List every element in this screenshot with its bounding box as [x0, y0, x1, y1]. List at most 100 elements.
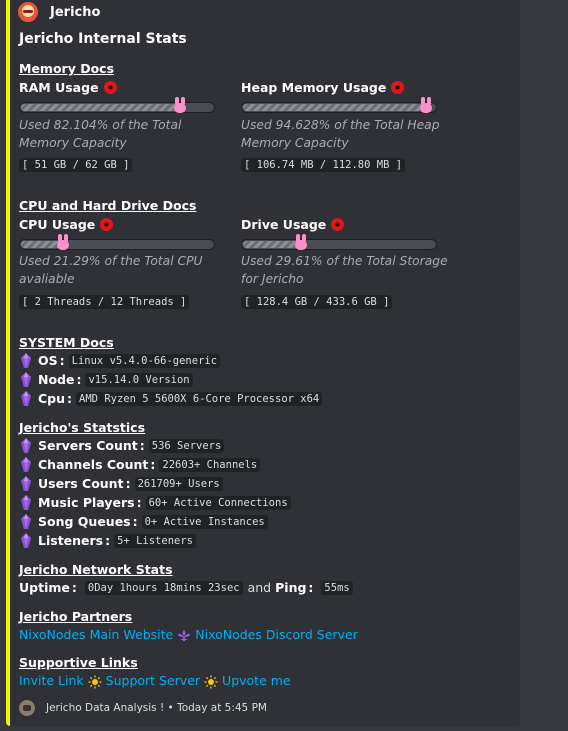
sun-icon [204, 674, 218, 688]
stat-item-row: Channels Count:22603+ Channels [19, 457, 261, 472]
bunny-marker-icon [294, 234, 308, 250]
bunny-marker-icon [173, 97, 187, 113]
stat-item-value: 5+ Listeners [114, 533, 196, 548]
partners-section-title: Jericho Partners [19, 609, 133, 624]
ram-usage-text: RAM Usage [19, 80, 99, 95]
heap-usage-code: [ 106.74 MB / 112.80 MB ] [241, 158, 406, 172]
system-item-value: AMD Ryzen 5 5600X 6-Core Processor x64 [76, 391, 323, 406]
uptime-colon: : [71, 580, 77, 595]
system-section-title: SYSTEM Docs [19, 335, 114, 350]
bunny-marker-icon [419, 97, 433, 113]
network-row: Uptime : 0Day 1hours 18mins 23sec and Pi… [19, 580, 353, 595]
stat-item-colon: : [139, 438, 145, 453]
sun-icon [88, 674, 102, 688]
cpu-usage-description: Used 21.29% of the Total CPU avaliable [19, 254, 203, 286]
stat-item-key: Servers Count [38, 438, 138, 453]
stat-item-value: 536 Servers [148, 438, 225, 453]
stat-item-key: Users Count [38, 476, 124, 491]
memory-section-title: Memory Docs [19, 61, 115, 76]
stat-item-colon: : [125, 476, 131, 491]
drive-usage-description: Used 29.61% of the Total Storage for Jer… [241, 254, 448, 286]
ram-usage-code: [ 51 GB / 62 GB ] [19, 158, 133, 172]
embed-author: Jericho [18, 2, 100, 22]
drive-usage-text: Drive Usage [241, 217, 327, 232]
partners-links: NixoNodes Main Website NixoNodes Discord… [19, 627, 358, 642]
support-server-link[interactable]: Support Server [106, 673, 200, 688]
purple-crystal-icon [19, 438, 33, 453]
embed-title: Jericho Internal Stats [19, 31, 187, 47]
stat-item-colon: : [132, 514, 138, 529]
cpu-usage-bar [19, 234, 215, 250]
stat-item-row: Servers Count:536 Servers [19, 438, 225, 453]
fleur-de-lis-icon [177, 628, 191, 642]
system-item-colon: : [67, 391, 73, 406]
red-orb-icon [103, 81, 117, 94]
heap-usage-bar-fill [243, 104, 425, 111]
stat-item-key: Channels Count [38, 457, 149, 472]
drive-usage-bar-fill [243, 241, 300, 248]
system-item-key: Node [38, 372, 75, 387]
heap-usage-description: Used 94.628% of the Total Heap Memory Ca… [241, 118, 440, 150]
purple-crystal-icon [19, 514, 33, 529]
system-item-value: Linux v5.4.0-66-generic [68, 353, 221, 368]
uptime-label: Uptime [19, 580, 70, 595]
stat-item-colon: : [150, 457, 156, 472]
partner-link-main-website[interactable]: NixoNodes Main Website [19, 627, 173, 642]
supportive-links: Invite Link Support Server Upvote me [19, 673, 291, 688]
ping-label: Ping [275, 580, 307, 595]
and-text: and [247, 580, 272, 595]
stat-item-colon: : [136, 495, 142, 510]
upvote-link[interactable]: Upvote me [222, 673, 291, 688]
system-item-row: OS: Linux v5.4.0-66-generic [19, 353, 221, 368]
purple-crystal-icon [19, 533, 33, 548]
drive-usage-label: Drive Usage [241, 217, 345, 232]
system-item-row: Cpu: AMD Ryzen 5 5600X 6-Core Processor x… [19, 391, 323, 406]
stats-section-title: Jericho's Statstics [19, 420, 146, 435]
purple-crystal-icon [19, 372, 33, 387]
purple-crystal-icon [19, 495, 33, 510]
cpu-section-title: CPU and Hard Drive Docs [19, 198, 197, 213]
author-name[interactable]: Jericho [50, 5, 100, 20]
system-item-value: v15.14.0 Version [85, 372, 193, 387]
ram-usage-label: RAM Usage [19, 80, 117, 95]
footer-bot-icon [19, 700, 35, 716]
author-avatar[interactable] [18, 2, 38, 22]
stat-item-value: 0+ Active Instances [141, 514, 268, 529]
ram-usage-bar [19, 97, 215, 113]
system-item-key: Cpu [38, 391, 66, 406]
stat-item-key: Listeners [38, 533, 104, 548]
cpu-usage-text: CPU Usage [19, 217, 96, 232]
drive-usage-bar [241, 234, 437, 250]
cpu-usage-code: [ 2 Threads / 12 Threads ] [19, 295, 190, 309]
stat-item-value: 22603+ Channels [159, 457, 261, 472]
system-item-colon: : [76, 372, 82, 387]
stat-item-row: Listeners:5+ Listeners [19, 533, 196, 548]
system-item-colon: : [59, 353, 65, 368]
supportive-section-title: Supportive Links [19, 655, 138, 670]
stat-item-row: Song Queues:0+ Active Instances [19, 514, 268, 529]
ping-colon: : [308, 580, 314, 595]
stat-item-value: 60+ Active Connections [145, 495, 291, 510]
stat-item-key: Song Queues [38, 514, 131, 529]
system-item-key: OS [38, 353, 58, 368]
stat-item-value: 261709+ Users [134, 476, 223, 491]
heap-usage-bar [241, 97, 437, 113]
ping-value: 55ms [321, 580, 353, 595]
heap-usage-text: Heap Memory Usage [241, 80, 387, 95]
chat-background [520, 0, 568, 731]
purple-crystal-icon [19, 353, 33, 368]
stat-item-key: Music Players [38, 495, 135, 510]
ram-usage-bar-fill [21, 104, 179, 111]
footer-text: Jericho Data Analysis ! • Today at 5:45 … [46, 702, 267, 714]
invite-link[interactable]: Invite Link [19, 673, 84, 688]
cpu-usage-label: CPU Usage [19, 217, 114, 232]
embed-footer: Jericho Data Analysis ! • Today at 5:45 … [19, 700, 267, 716]
partner-link-discord-server[interactable]: NixoNodes Discord Server [195, 627, 358, 642]
stat-item-colon: : [105, 533, 111, 548]
red-orb-icon [100, 218, 114, 231]
red-orb-icon [331, 218, 345, 231]
bunny-marker-icon [56, 234, 70, 250]
network-section-title: Jericho Network Stats [19, 562, 173, 577]
stat-item-row: Users Count:261709+ Users [19, 476, 223, 491]
uptime-value: 0Day 1hours 18mins 23sec [84, 580, 243, 595]
